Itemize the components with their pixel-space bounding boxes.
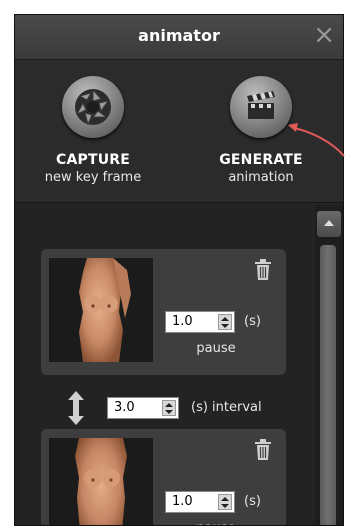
pause-unit: (s) [244,494,261,509]
pause-label: pause [196,341,236,356]
vertical-scrollbar[interactable] [315,205,343,525]
delete-frame-icon[interactable] [254,439,272,465]
decrement-icon[interactable] [165,410,173,414]
interval-label: (s) interval [191,400,262,415]
interval-stepper[interactable]: 3.0 [107,397,179,419]
keyframe-card: 1.0 (s) pause [41,249,286,375]
increment-icon[interactable] [165,403,173,407]
scroll-thumb[interactable] [320,245,336,525]
pause-value[interactable]: 1.0 [172,494,193,509]
vertical-resize-icon [67,391,85,429]
keyframe-card: 1.0 (s) pause [41,429,286,525]
generate-sublabel: animation [228,170,294,185]
pause-unit: (s) [244,314,261,329]
stepper-buttons[interactable] [218,494,232,510]
animator-panel: animator × CAPTURE new key frame GENERAT… [14,14,344,526]
camera-shutter-icon [62,76,124,138]
close-button[interactable]: × [313,21,335,49]
window-title: animator [138,26,220,45]
increment-icon[interactable] [221,497,229,501]
pause-label: pause [176,521,256,525]
increment-icon[interactable] [221,317,229,321]
interval-row: 3.0 (s) interval [67,391,307,425]
stepper-buttons[interactable] [218,314,232,330]
capture-sublabel: new key frame [44,170,142,185]
delete-frame-icon[interactable] [254,259,272,285]
capture-button[interactable]: CAPTURE new key frame [28,76,158,185]
scroll-up-button[interactable] [317,211,341,237]
keyframe-list: 1.0 (s) pause 3.0 (s) interval 1.0 (s) [15,203,343,525]
decrement-icon[interactable] [221,504,229,508]
stepper-buttons[interactable] [162,400,176,416]
pause-value[interactable]: 1.0 [172,314,193,329]
keyframe-thumbnail[interactable] [49,258,153,362]
decrement-icon[interactable] [221,324,229,328]
pause-stepper[interactable]: 1.0 [165,491,235,513]
capture-label: CAPTURE [55,152,131,168]
title-bar[interactable]: animator × [15,15,343,60]
interval-value[interactable]: 3.0 [114,400,135,415]
pause-stepper[interactable]: 1.0 [165,311,235,333]
keyframe-thumbnail[interactable] [49,438,153,525]
annotation-arrow-icon [288,123,345,157]
